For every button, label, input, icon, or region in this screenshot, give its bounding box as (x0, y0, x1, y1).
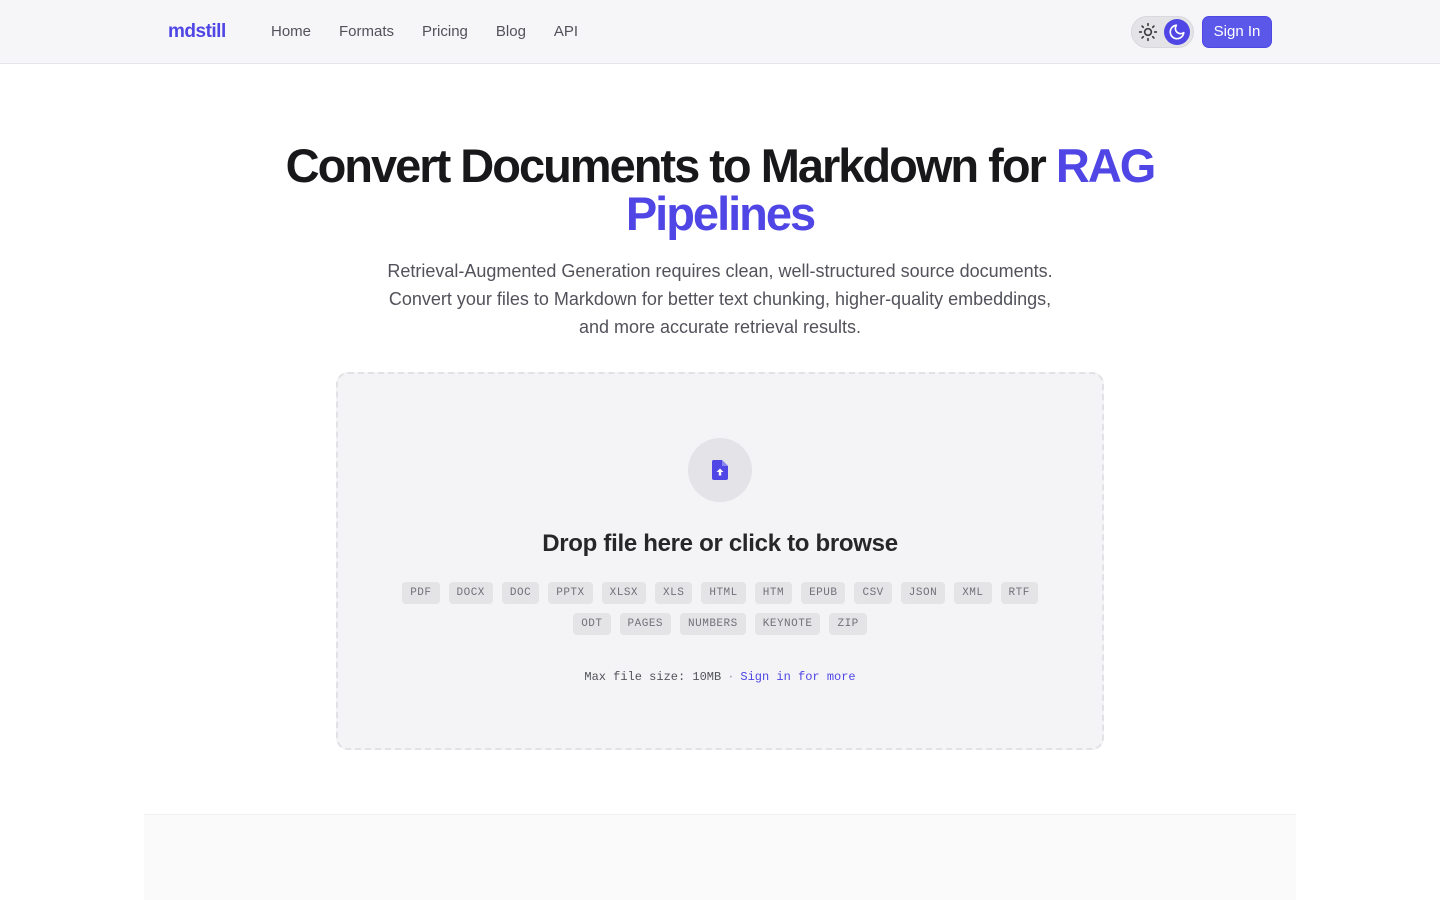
format-badge-rtf: RTF (1000, 582, 1038, 604)
logo[interactable]: mdstill (168, 20, 226, 44)
dropzone-title: Drop file here or click to browse (542, 530, 898, 557)
sun-icon[interactable] (1135, 19, 1161, 45)
supported-formats: PDF DOCX DOC PPTX XLSX XLS HTML HTM EPUB… (398, 582, 1042, 635)
theme-toggle[interactable] (1131, 16, 1194, 48)
format-badge-zip: ZIP (829, 613, 867, 635)
format-badge-odt: ODT (573, 613, 611, 635)
page-subtitle: Retrieval-Augmented Generation requires … (387, 261, 1053, 337)
format-badge-doc: DOC (501, 582, 540, 604)
format-badge-pptx: PPTX (548, 582, 593, 604)
format-badge-pages: PAGES (619, 613, 672, 635)
format-badge-csv: CSV (854, 582, 892, 604)
nav-link-blog[interactable]: Blog (496, 21, 526, 43)
format-badge-html: HTML (701, 582, 746, 604)
format-badge-json: JSON (900, 582, 946, 604)
limit-separator: · (727, 670, 735, 684)
file-dropzone[interactable]: Drop file here or click to browse PDF DO… (336, 372, 1104, 750)
nav-link-pricing[interactable]: Pricing (422, 21, 468, 43)
moon-icon[interactable] (1164, 19, 1190, 45)
file-size-limit: Max file size: 10MB · Sign in for more (338, 668, 1102, 686)
format-badge-htm: HTM (754, 582, 793, 604)
main-nav: Home Formats Pricing Blog API (271, 21, 578, 43)
format-badge-xml: XML (954, 582, 992, 604)
next-section-panel (144, 814, 1296, 900)
top-navbar: mdstill Home Formats Pricing Blog API Si… (0, 0, 1440, 64)
sign-in-button[interactable]: Sign In (1202, 16, 1272, 48)
format-badge-docx: DOCX (448, 582, 493, 604)
file-size-limit-text: Max file size: 10MB (584, 670, 722, 684)
format-badge-keynote: KEYNOTE (754, 613, 821, 635)
file-upload-icon (688, 438, 752, 502)
format-badge-xlsx: XLSX (601, 582, 647, 604)
nav-link-formats[interactable]: Formats (339, 21, 394, 43)
page-title-main: Convert Documents to Markdown for (285, 139, 1056, 192)
format-badge-numbers: NUMBERS (680, 613, 746, 635)
format-badge-xls: XLS (655, 582, 693, 604)
nav-link-api[interactable]: API (554, 21, 578, 43)
page-title: Convert Documents to Markdown for RAG Pi… (220, 142, 1220, 238)
sign-in-for-more-link[interactable]: Sign in for more (740, 670, 855, 684)
format-badge-pdf: PDF (402, 582, 440, 604)
format-badge-epub: EPUB (801, 582, 846, 604)
nav-link-home[interactable]: Home (271, 21, 311, 43)
